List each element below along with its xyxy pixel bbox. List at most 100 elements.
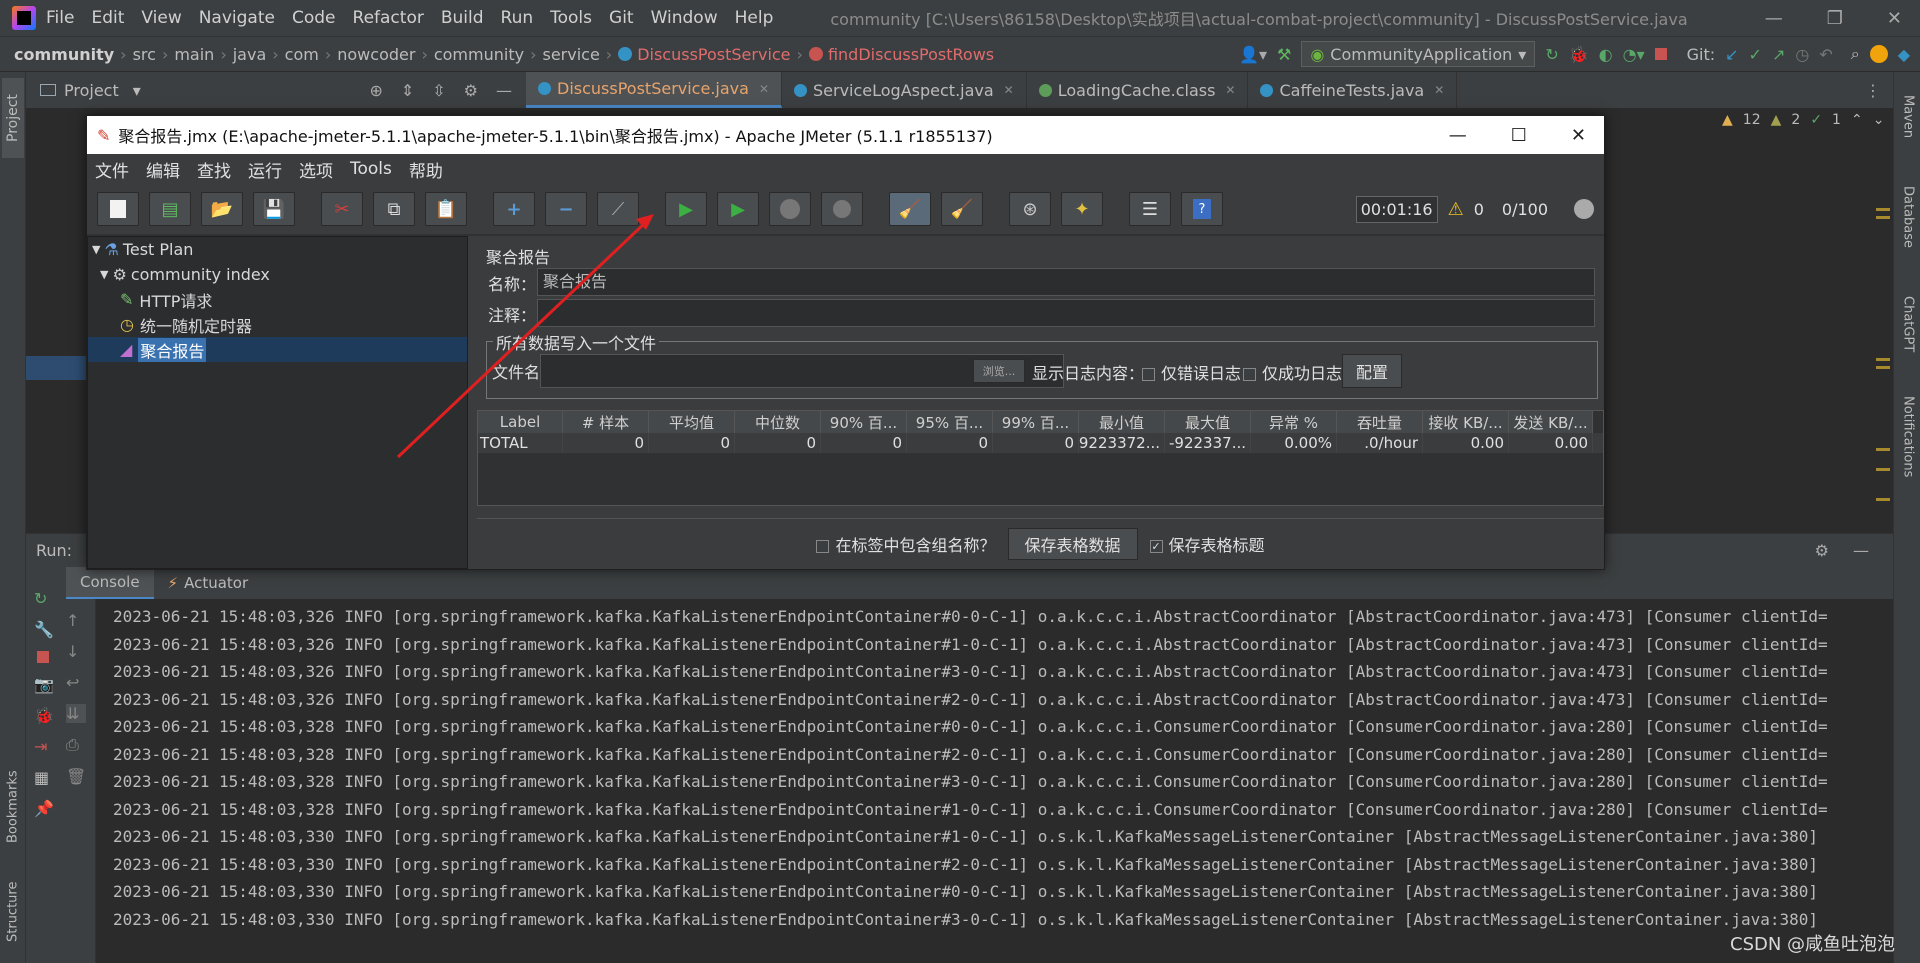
layout-icon[interactable]: ▦ — [34, 768, 54, 787]
rerun-icon[interactable]: ↻ — [34, 589, 54, 608]
breadcrumb-class[interactable]: DiscussPostService — [637, 45, 790, 64]
breadcrumb-java[interactable]: java — [233, 45, 267, 64]
chevron-down-icon[interactable]: ⌄ — [1873, 112, 1885, 128]
breadcrumb-project[interactable]: community — [14, 45, 114, 64]
restore-icon[interactable]: ❐ — [1827, 8, 1843, 29]
close-icon[interactable]: ✕ — [1004, 83, 1014, 97]
debug-icon[interactable]: 🐞 — [34, 706, 54, 725]
breadcrumb-com[interactable]: com — [285, 45, 319, 64]
console-output[interactable]: 2023-06-21 15:48:03,326 INFO [org.spring… — [96, 599, 1893, 963]
close-icon[interactable]: ✕ — [1571, 125, 1586, 146]
col-95pct[interactable]: 95% 百... — [907, 411, 993, 433]
jm-menu-file[interactable]: 文件 — [95, 157, 129, 182]
scroll-end-icon[interactable]: ⇊ — [66, 704, 87, 723]
menu-navigate[interactable]: Navigate — [199, 8, 275, 28]
tab-actuator[interactable]: ⚡ Actuator — [154, 567, 263, 599]
tab-caffeinetests[interactable]: CaffeineTests.java ✕ — [1248, 72, 1458, 108]
arrow-up-icon[interactable]: ↑ — [66, 611, 86, 630]
menu-window[interactable]: Window — [651, 8, 718, 28]
comment-input[interactable] — [537, 299, 1595, 327]
clear-button[interactable]: 🧹 — [889, 192, 931, 226]
name-input[interactable]: 聚合报告 — [537, 268, 1595, 296]
toggle-button[interactable]: ⟋ — [597, 192, 639, 226]
profile-icon[interactable]: ◔▾ — [1623, 45, 1645, 64]
hammer-icon[interactable]: ⚒ — [1277, 45, 1291, 64]
browse-button[interactable]: 浏览... — [973, 359, 1025, 383]
minimize-icon[interactable]: — — [1449, 125, 1467, 146]
templates-button[interactable]: ▤ — [149, 192, 191, 226]
start-no-pauses-button[interactable]: ▶ — [717, 192, 759, 226]
warning-count[interactable]: 0 — [1474, 200, 1484, 219]
menu-edit[interactable]: Edit — [91, 8, 124, 28]
save-table-button[interactable]: 保存表格数据 — [1007, 527, 1138, 560]
close-icon[interactable]: ✕ — [759, 82, 769, 96]
table-row[interactable]: TOTAL 0 0 0 0 0 0 9223372... -922337... … — [478, 433, 1603, 453]
tree-node-thread-group[interactable]: ▼ ⚙ community index — [88, 262, 467, 287]
locate-icon[interactable]: ⊕ — [369, 81, 382, 100]
cut-button[interactable]: ✂ — [321, 192, 363, 226]
maximize-icon[interactable]: ☐ — [1511, 125, 1527, 146]
expand-arrow-icon[interactable]: ▼ — [92, 243, 100, 256]
coverage-icon[interactable]: ◐ — [1599, 45, 1613, 64]
start-button[interactable]: ▶ — [665, 192, 707, 226]
chevron-up-icon[interactable]: ⌃ — [1851, 112, 1863, 128]
tab-console[interactable]: Console — [66, 567, 154, 599]
inspection-widget[interactable]: ▲ 12 ▲ 2 ✓ 1 ⌃ ⌄ — [1722, 112, 1884, 128]
menu-view[interactable]: View — [141, 8, 181, 28]
expand-all-icon[interactable]: ⇕ — [401, 81, 414, 100]
project-view-select[interactable]: Project — [64, 81, 119, 100]
expand-button[interactable]: + — [493, 192, 535, 226]
breadcrumb-service[interactable]: service — [542, 45, 599, 64]
new-button[interactable] — [97, 192, 139, 226]
tab-servicelogaspect[interactable]: ServiceLogAspect.java ✕ — [782, 72, 1027, 108]
jetbrains-icon[interactable]: ◆ — [1898, 45, 1910, 64]
jm-menu-edit[interactable]: 编辑 — [146, 157, 180, 182]
tree-node-http-request[interactable]: ✎ HTTP请求 — [88, 287, 467, 312]
run-config-select[interactable]: ◉ CommunityApplication ▾ — [1301, 41, 1536, 67]
jm-menu-run[interactable]: 运行 — [248, 157, 282, 182]
configure-button[interactable]: 配置 — [1342, 354, 1402, 388]
breadcrumb-community[interactable]: community — [434, 45, 524, 64]
arrow-down-icon[interactable]: ↓ — [66, 642, 86, 661]
update-icon[interactable] — [1869, 45, 1888, 63]
tool-window-bookmarks[interactable]: Bookmarks — [2, 762, 24, 852]
jm-menu-options[interactable]: 选项 — [299, 157, 333, 182]
close-icon[interactable]: ✕ — [1887, 8, 1902, 29]
camera-icon[interactable]: 📷 — [34, 675, 54, 694]
tool-window-chatgpt[interactable]: ChatGPT — [1897, 282, 1919, 367]
tool-window-notifications[interactable]: Notifications — [1897, 382, 1919, 492]
errors-only-checkbox[interactable]: 仅错误日志 — [1142, 360, 1241, 384]
col-label[interactable]: Label — [478, 411, 563, 433]
menu-run[interactable]: Run — [501, 8, 534, 28]
stop-icon[interactable] — [1654, 48, 1667, 60]
breadcrumb-nowcoder[interactable]: nowcoder — [337, 45, 415, 64]
tree-node-test-plan[interactable]: ▼ ⚗ Test Plan — [88, 237, 467, 262]
save-header-checkbox[interactable]: ✓ 保存表格标题 — [1149, 532, 1265, 556]
shutdown-button[interactable] — [821, 192, 863, 226]
col-90pct[interactable]: 90% 百... — [821, 411, 907, 433]
menu-help[interactable]: Help — [735, 8, 774, 28]
hide-icon[interactable]: — — [496, 81, 512, 100]
exit-icon[interactable]: ⇥ — [34, 737, 54, 756]
col-received[interactable]: 接收 KB/... — [1423, 411, 1509, 433]
clear-all-button[interactable]: 🧹 — [941, 192, 983, 226]
tool-window-structure[interactable]: Structure — [2, 872, 24, 952]
debug-icon[interactable]: 🐞 — [1569, 45, 1589, 64]
split-divider[interactable] — [468, 236, 477, 569]
breadcrumb-src[interactable]: src — [133, 45, 156, 64]
col-max[interactable]: 最大值 — [1165, 411, 1251, 433]
save-button[interactable]: 💾 — [253, 192, 295, 226]
reset-search-button[interactable]: ✦ — [1061, 192, 1103, 226]
pin-icon[interactable]: 📌 — [34, 799, 54, 818]
git-history-icon[interactable]: ◷ — [1795, 45, 1809, 64]
col-min[interactable]: 最小值 — [1079, 411, 1165, 433]
breadcrumb-main[interactable]: main — [174, 45, 214, 64]
col-average[interactable]: 平均值 — [649, 411, 735, 433]
tab-discusspostservice[interactable]: DiscussPostService.java ✕ — [526, 72, 782, 108]
collapse-button[interactable]: − — [545, 192, 587, 226]
col-error-pct[interactable]: 异常 % — [1251, 411, 1337, 433]
more-tabs-icon[interactable]: ⋮ — [1865, 72, 1881, 108]
search-button[interactable]: ⊛ — [1009, 192, 1051, 226]
col-throughput[interactable]: 吞吐量 — [1337, 411, 1423, 433]
tree-node-random-timer[interactable]: ◷ 统一随机定时器 — [88, 312, 467, 337]
